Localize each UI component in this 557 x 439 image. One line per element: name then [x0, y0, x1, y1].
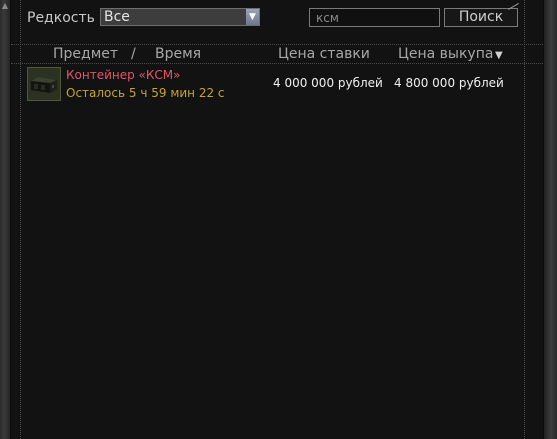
lot-row[interactable]: Контейнер «КСМ» Осталось 5 ч 59 мин 22 с…: [11, 64, 543, 104]
lot-item-name: Контейнер «КСМ»: [66, 68, 181, 82]
auction-panel: Редкость Все ▼ Поиск Предмет / Время Цен…: [11, 0, 543, 439]
right-frame: [543, 0, 557, 439]
column-header-item[interactable]: Предмет: [53, 46, 118, 63]
container-icon: [27, 67, 61, 101]
column-header-buyout-price[interactable]: Цена выкупа: [398, 46, 493, 63]
column-header-separator: /: [131, 46, 136, 62]
column-header-bid-price[interactable]: Цена ставки: [278, 46, 370, 63]
rarity-selected-value: Все: [104, 9, 130, 25]
rarity-dropdown[interactable]: Все ▼: [100, 8, 260, 26]
column-header-time[interactable]: Время: [155, 46, 201, 63]
lot-list: Контейнер «КСМ» Осталось 5 ч 59 мин 22 с…: [11, 64, 543, 439]
sort-descending-icon[interactable]: ▼: [495, 47, 503, 64]
filter-bar: Редкость Все ▼ Поиск: [11, 0, 543, 42]
search-button[interactable]: Поиск: [444, 8, 518, 27]
scroll-up-arrow-icon[interactable]: ▲: [1, 2, 9, 10]
lot-buyout-price: 4 800 000 рублей: [394, 76, 504, 90]
chevron-down-icon[interactable]: ▼: [246, 9, 259, 25]
left-frame: ▲: [0, 0, 11, 439]
lot-bid-price: 4 000 000 рублей: [273, 76, 383, 90]
lot-time-remaining: Осталось 5 ч 59 мин 22 с: [66, 86, 225, 100]
search-input[interactable]: [309, 8, 440, 27]
rarity-label: Редкость: [27, 10, 95, 26]
column-header-row: Предмет / Время Цена ставки Цена выкупа …: [11, 44, 543, 64]
